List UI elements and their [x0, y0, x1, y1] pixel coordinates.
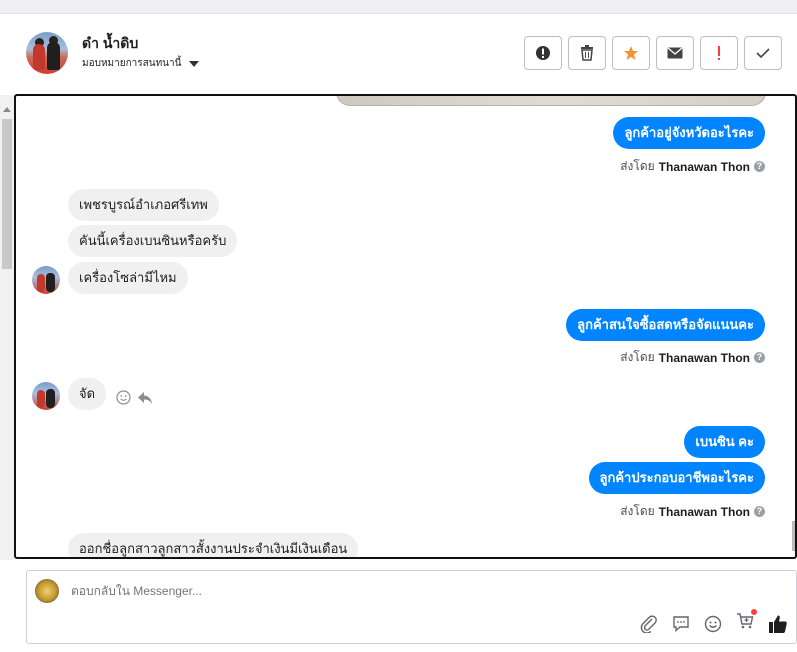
help-icon[interactable]: ?: [754, 352, 765, 363]
sent-by-prefix: ส่งโดย: [620, 159, 655, 173]
outgoing-message[interactable]: ลูกค้าอยู่จังหวัดอะไรคะ: [613, 117, 765, 149]
caret-down-icon: [189, 60, 200, 67]
sent-by-agent[interactable]: Thanawan Thon: [659, 160, 750, 174]
page-avatar: [35, 579, 59, 603]
sent-by-agent[interactable]: Thanawan Thon: [659, 351, 750, 365]
scroll-thumb[interactable]: [2, 119, 12, 269]
trash-icon: [581, 45, 593, 61]
outgoing-message[interactable]: ลูกค้าสนใจซื้อสดหรือจัดแนนคะ: [566, 309, 765, 341]
incoming-message[interactable]: เครื่องโซล่ามีไหม: [68, 262, 188, 294]
left-scrollbar[interactable]: [0, 95, 14, 560]
top-strip: [0, 0, 797, 14]
reply-composer: [26, 570, 797, 644]
saved-reply-icon[interactable]: [672, 615, 690, 633]
mail-icon: [667, 47, 683, 59]
exclamation-icon: [718, 46, 720, 60]
incoming-message[interactable]: จัด: [68, 378, 107, 410]
attachment-icon[interactable]: [640, 614, 658, 633]
assign-dropdown[interactable]: มอบหมายการสนทนานี้: [82, 56, 200, 71]
sent-by-prefix: ส่งโดย: [620, 350, 655, 364]
right-scroll-thumb[interactable]: [792, 521, 795, 551]
notification-dot: [751, 609, 757, 615]
reply-icon[interactable]: [137, 391, 153, 405]
assign-label: มอบหมายการสนทนานี้: [82, 58, 182, 69]
mail-button[interactable]: [656, 36, 694, 70]
alert-circle-icon: [536, 46, 550, 60]
contact-avatar-small[interactable]: [32, 266, 60, 294]
scroll-up-icon[interactable]: [3, 107, 11, 112]
trash-button[interactable]: [568, 36, 606, 70]
incoming-message[interactable]: คันนี้เครื่องเบนซินหรือครับ: [68, 225, 238, 257]
image-attachment[interactable]: [336, 96, 766, 106]
sent-by-label: ส่งโดย Thanawan Thon ?: [620, 348, 765, 367]
sent-by-label: ส่งโดย Thanawan Thon ?: [620, 157, 765, 176]
action-toolbar: [524, 36, 782, 70]
alert-circle-button[interactable]: [524, 36, 562, 70]
message-thread: ลูกค้าอยู่จังหวัดอะไรคะ ส่งโดย Thanawan …: [14, 94, 797, 559]
done-button[interactable]: [744, 36, 782, 70]
incoming-message[interactable]: ออกชื่อลูกสาวลูกสาวสั้งงานประจำเงินมีเงิ…: [68, 533, 359, 557]
cart-icon: [737, 613, 754, 629]
message-hover-actions: [116, 390, 153, 405]
contact-avatar[interactable]: [26, 32, 68, 74]
outgoing-message[interactable]: ลูกค้าประกอบอาชีพอะไรคะ: [588, 462, 765, 494]
sent-by-label: ส่งโดย Thanawan Thon ?: [620, 502, 765, 521]
emoji-reaction-icon[interactable]: [116, 390, 131, 405]
shop-button[interactable]: [736, 609, 757, 635]
star-button[interactable]: [612, 36, 650, 70]
sent-by-prefix: ส่งโดย: [620, 504, 655, 518]
check-icon: [756, 48, 770, 59]
incoming-message[interactable]: เพชรบูรณ์อำเภอศรีเทพ: [68, 189, 219, 221]
outgoing-message[interactable]: เบนซิน คะ: [684, 426, 765, 458]
emoji-icon[interactable]: [704, 615, 722, 633]
thumbs-up-icon[interactable]: [768, 614, 788, 634]
star-icon: [624, 46, 638, 60]
sent-by-agent[interactable]: Thanawan Thon: [659, 505, 750, 519]
composer-toolbar: [640, 609, 788, 635]
conversation-header: ดำ น้ำดิบ มอบหมายการสนทนานี้: [14, 14, 797, 94]
help-icon[interactable]: ?: [754, 506, 765, 517]
contact-avatar-small[interactable]: [32, 382, 60, 410]
contact-name[interactable]: ดำ น้ำดิบ: [82, 33, 138, 55]
reply-input[interactable]: [71, 584, 571, 598]
help-icon[interactable]: ?: [754, 161, 765, 172]
spam-button[interactable]: [700, 36, 738, 70]
